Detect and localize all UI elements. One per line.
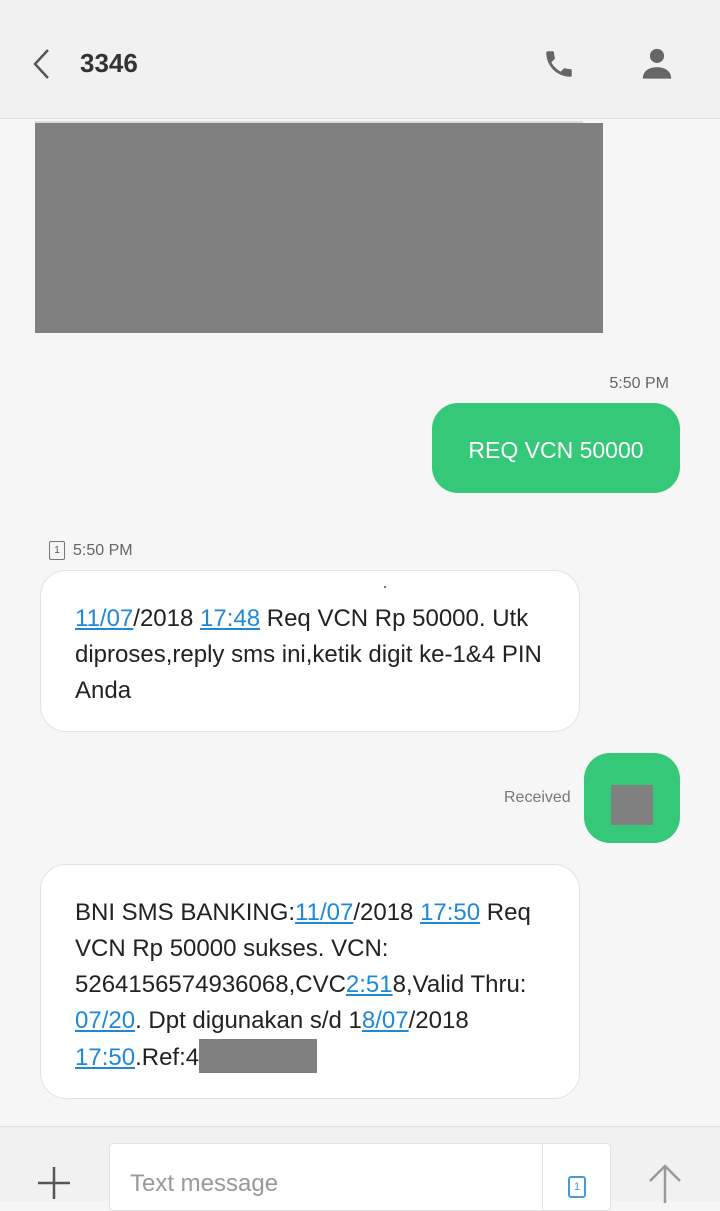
person-icon[interactable] [640, 44, 674, 82]
incoming-message-bubble[interactable]: 11/07/2018 17:48 Req VCN Rp 50000. Utk d… [40, 570, 580, 732]
sim-select-icon[interactable]: 1 [568, 1176, 586, 1198]
conversation-title: 3346 [80, 48, 138, 78]
message-text: /2018 [353, 899, 421, 926]
send-arrow-icon[interactable] [646, 1163, 684, 1203]
incoming-message-meta: 1 5:50 PM [49, 541, 133, 560]
incoming-message-bubble[interactable]: BNI SMS BANKING:11/07/2018 17:50 Req VCN… [40, 864, 580, 1099]
divider [542, 1144, 543, 1210]
redacted-content [199, 1039, 318, 1073]
message-input[interactable]: Text message 1 [109, 1143, 611, 1211]
plus-icon[interactable] [36, 1165, 72, 1201]
date-link[interactable]: 8/07 [362, 1007, 409, 1034]
time-link[interactable]: 17:50 [75, 1044, 135, 1071]
message-text: 8,Valid Thru: [392, 971, 527, 998]
message-text: /2018 [133, 605, 201, 632]
top-app-bar: 3346 [0, 0, 720, 119]
redacted-content [611, 785, 653, 825]
delivery-status: Received [504, 789, 571, 806]
speck [384, 586, 386, 588]
composer-bar: Text message 1 [0, 1126, 720, 1211]
phone-icon[interactable] [542, 46, 576, 82]
message-text: . Dpt digunakan s/d 1 [135, 1007, 362, 1034]
message-text: /2018 [408, 1007, 469, 1034]
sim-card-icon: 1 [49, 541, 65, 560]
date-link[interactable]: 07/20 [75, 1007, 135, 1034]
time-link[interactable]: 2:51 [346, 971, 393, 998]
time-link[interactable]: 17:48 [200, 605, 260, 632]
message-timestamp: 5:50 PM [609, 375, 669, 392]
chevron-left-icon[interactable] [28, 44, 54, 84]
date-link[interactable]: 11/07 [295, 899, 353, 926]
message-text: REQ VCN 50000 [468, 437, 644, 463]
time-link[interactable]: 17:50 [420, 899, 480, 926]
message-text: BNI SMS BANKING: [75, 899, 296, 926]
date-link[interactable]: 11/07 [75, 605, 133, 632]
message-timestamp: 5:50 PM [73, 541, 133, 559]
redacted-image [35, 123, 603, 333]
outgoing-message-bubble[interactable]: REQ VCN 50000 [432, 403, 680, 493]
outgoing-message-bubble[interactable] [584, 753, 680, 843]
message-text: .Ref:4 [135, 1044, 200, 1071]
message-input-placeholder: Text message [130, 1170, 279, 1197]
